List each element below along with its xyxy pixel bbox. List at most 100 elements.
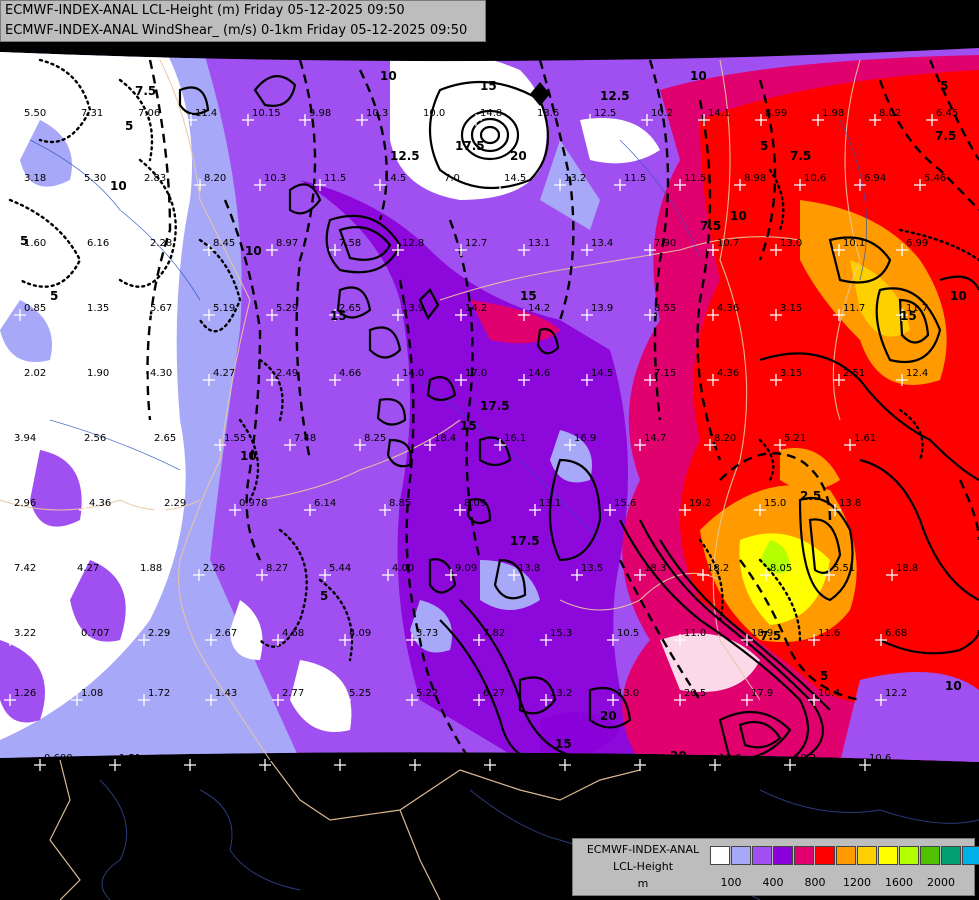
station-value: 2.51	[843, 368, 865, 379]
station-value: 10.1	[843, 238, 865, 249]
station-value: 14.6	[528, 368, 550, 379]
station-value: 14.2	[465, 303, 487, 314]
contour-label: 12.5	[600, 89, 630, 103]
station-value: 11.7	[843, 303, 865, 314]
contour-label: 5	[320, 589, 328, 603]
contour-label: 10	[240, 449, 257, 463]
station-value: 4.30	[150, 368, 172, 379]
station-value: 8.09	[464, 498, 486, 509]
station-value: 6.16	[87, 238, 109, 249]
station-value: 14.0	[402, 368, 424, 379]
station-value: 14.1	[708, 108, 730, 119]
station-value: 8.99	[765, 108, 787, 119]
station-value: 8.27	[266, 563, 288, 574]
station-value: 6.27	[483, 688, 505, 699]
contour-label: 15	[460, 419, 477, 433]
legend-swatch	[752, 846, 772, 865]
station-value: 7.0	[444, 173, 460, 184]
contour-label: 5	[760, 139, 768, 153]
contour-label: 5	[820, 669, 828, 683]
station-value: 14.5	[504, 173, 526, 184]
station-value: 2.29	[148, 628, 170, 639]
station-value: 11.5	[684, 173, 706, 184]
station-value: 13.0	[780, 238, 802, 249]
legend-tick-label: 1200	[843, 876, 871, 889]
contour-label: 7.5	[790, 149, 811, 163]
station-value: 6.45	[936, 108, 958, 119]
station-value: 13.6	[537, 108, 559, 119]
station-value: 12.8	[402, 238, 424, 249]
station-value: 6.68	[885, 628, 907, 639]
station-value: 2.49	[276, 368, 298, 379]
station-value: 11.6	[818, 628, 840, 639]
legend-swatch	[857, 846, 877, 865]
station-value: 13.8	[839, 498, 861, 509]
station-value: 18.4	[434, 433, 456, 444]
station-value: 14.5	[384, 173, 406, 184]
station-value: 14.7	[644, 433, 666, 444]
station-value: 4.27	[213, 368, 235, 379]
station-value: 6.99	[906, 238, 928, 249]
station-value: 5.25	[349, 688, 371, 699]
station-value: 11.4	[195, 108, 217, 119]
station-value: 5.30	[84, 173, 106, 184]
station-value: 6.14	[314, 498, 336, 509]
station-value: 16.1	[504, 433, 526, 444]
station-value: 5.19	[213, 303, 235, 314]
legend-swatches	[710, 846, 979, 865]
station-value: 2.65	[154, 433, 176, 444]
station-value: 2.67	[215, 628, 237, 639]
station-value: 10.6	[804, 173, 826, 184]
station-value: 19.2	[689, 498, 711, 509]
contour-label: 15	[330, 309, 347, 323]
station-value: 20.5	[684, 688, 706, 699]
station-value: 10.6	[869, 753, 891, 764]
station-value: 10.2	[794, 753, 816, 764]
station-value: 2.96	[14, 498, 36, 509]
station-value: 4.58	[344, 753, 366, 764]
station-value: 7.48	[294, 433, 316, 444]
station-value: 4.27	[77, 563, 99, 574]
legend-tick-label: 1600	[885, 876, 913, 889]
station-value: 10.2	[651, 108, 673, 119]
station-value: 3.15	[780, 303, 802, 314]
station-value: 0.978	[239, 498, 268, 509]
station-value: 8.97	[276, 238, 298, 249]
contour-label: 15	[900, 309, 917, 323]
station-value: 11.5	[624, 173, 646, 184]
legend-swatch	[878, 846, 898, 865]
legend-swatch	[836, 846, 856, 865]
contour-label: 15	[480, 79, 497, 93]
station-value: 13.2	[564, 173, 586, 184]
legend-swatch	[815, 846, 835, 865]
color-legend: ECMWF-INDEX-ANAL LCL-Height m 100 400 800 1…	[572, 838, 979, 896]
station-value: 1.55	[224, 433, 246, 444]
station-value: 2.28	[150, 238, 172, 249]
station-value: 1.98	[822, 108, 844, 119]
station-value: 9.98	[309, 108, 331, 119]
station-value: 1.35	[87, 303, 109, 314]
legend-swatch	[794, 846, 814, 865]
station-value: 5.21	[784, 433, 806, 444]
station-value: 1.72	[148, 688, 170, 699]
contour-label: 15	[520, 289, 537, 303]
station-value: 13.4	[591, 238, 613, 249]
station-value: 14.5	[591, 368, 613, 379]
contour-label: 2.5	[800, 489, 821, 503]
station-value: 5.67	[150, 303, 172, 314]
contour-label: 12.5	[390, 149, 420, 163]
station-value: 17.0	[465, 368, 487, 379]
legend-swatch	[920, 846, 940, 865]
station-value: 5.10	[494, 753, 516, 764]
station-value: 10.7	[717, 238, 739, 249]
station-value: 15.6	[614, 498, 636, 509]
legend-title-line-1: ECMWF-INDEX-ANAL	[586, 843, 700, 856]
legend-unit: m	[637, 877, 649, 890]
station-value: 15.3	[550, 628, 572, 639]
contour-label: 17.5	[510, 534, 540, 548]
station-value: 13.1	[539, 498, 561, 509]
legend-swatch	[941, 846, 961, 865]
station-value: 3.73	[416, 628, 438, 639]
station-value: 7.82	[483, 628, 505, 639]
station-value: 10.15	[252, 108, 281, 119]
